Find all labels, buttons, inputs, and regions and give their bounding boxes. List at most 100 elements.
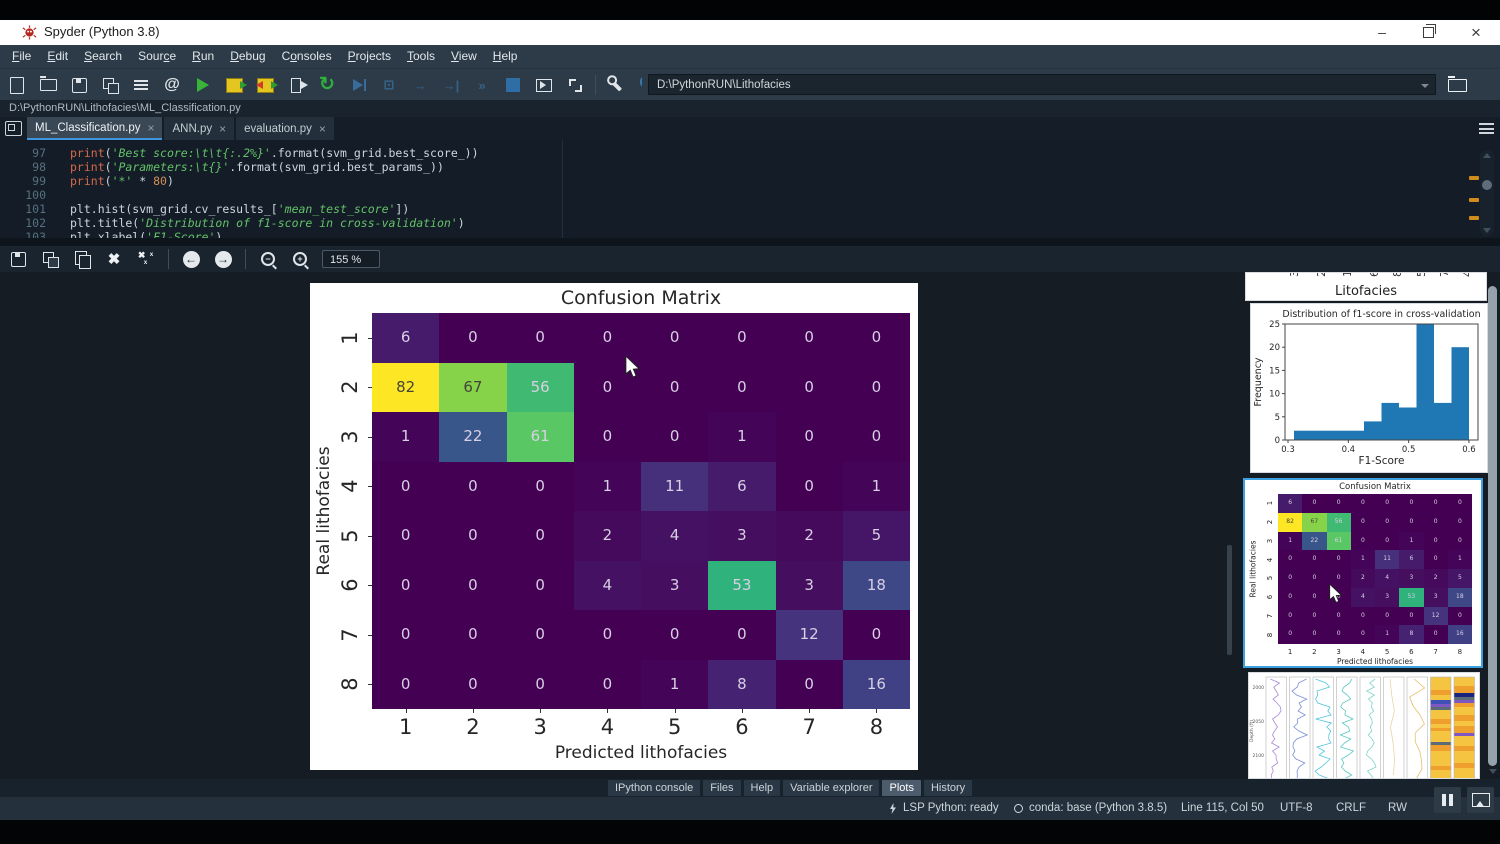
- close-tab-icon[interactable]: ×: [219, 122, 226, 136]
- run-cell-icon[interactable]: [223, 74, 245, 96]
- thumbnail-scrollbar[interactable]: [1487, 276, 1498, 775]
- menu-source[interactable]: Source: [130, 45, 184, 68]
- menu-view[interactable]: View: [443, 45, 485, 68]
- tab-ML_Classification.py[interactable]: ML_Classification.py×: [27, 117, 162, 140]
- browse-tabs-icon[interactable]: [5, 121, 22, 136]
- menu-file[interactable]: File: [4, 45, 39, 68]
- tab-ANN.py[interactable]: ANN.py×: [164, 117, 234, 140]
- close-button[interactable]: ×: [1456, 20, 1496, 45]
- screenshot-button[interactable]: [1467, 787, 1494, 813]
- matrix-cell-r2c6: 0: [1399, 513, 1423, 532]
- matrix-cell-r6c2: 0: [439, 561, 506, 611]
- continue-execution-icon[interactable]: »: [471, 74, 493, 96]
- menu-debug[interactable]: Debug: [222, 45, 273, 68]
- minimize-button[interactable]: –: [1362, 20, 1402, 45]
- find-in-files-icon[interactable]: @: [161, 74, 183, 96]
- copy-image-icon[interactable]: [72, 249, 92, 269]
- previous-plot-icon[interactable]: ←: [181, 249, 201, 269]
- debug-file-icon[interactable]: [347, 74, 369, 96]
- debug-cell-icon[interactable]: ⊡: [378, 74, 400, 96]
- next-plot-icon[interactable]: →: [213, 249, 233, 269]
- matrix-cell-r2c4: 0: [1351, 513, 1375, 532]
- matrix-cell-r7c5: 0: [1375, 607, 1399, 626]
- svg-text:Distribution of f1-score in cr: Distribution of f1-score in cross-valida…: [1282, 309, 1480, 320]
- save-icon[interactable]: [68, 74, 90, 96]
- editor-scrollbar[interactable]: [1480, 150, 1494, 236]
- menu-tools[interactable]: Tools: [399, 45, 443, 68]
- browse-directory-icon[interactable]: [1446, 74, 1468, 96]
- step-over-icon[interactable]: →: [409, 74, 431, 96]
- matrix-cell-r1c1: 6: [1278, 494, 1302, 513]
- maximize-pane-icon[interactable]: [564, 74, 586, 96]
- step-into-icon[interactable]: →|: [440, 74, 462, 96]
- zoom-level-field[interactable]: 155 %: [322, 250, 380, 268]
- file-switcher-icon[interactable]: [130, 74, 152, 96]
- editor-scrollbar-thumb[interactable]: [1482, 180, 1492, 190]
- plot-thumbnail-well-logs[interactable]: Depth (ft)200020502100: [1248, 672, 1480, 779]
- y-tick-label: 1: [1266, 501, 1274, 505]
- menu-projects[interactable]: Projects: [340, 45, 399, 68]
- working-directory-select[interactable]: D:\PythonRUN\Lithofacies: [648, 74, 1436, 95]
- remove-plot-icon[interactable]: ✖: [104, 249, 124, 269]
- python-env-icon[interactable]: [636, 74, 642, 96]
- matrix-cell-r4c4: 1: [574, 462, 641, 512]
- save-all-icon[interactable]: [99, 74, 121, 96]
- remove-all-plots-icon[interactable]: ✖ ˣˣ: [136, 249, 156, 269]
- close-tab-icon[interactable]: ×: [319, 122, 326, 136]
- matrix-cell-r1c7: 0: [1424, 494, 1448, 513]
- pane-tab-history[interactable]: History: [924, 780, 972, 796]
- menu-edit[interactable]: Edit: [39, 45, 76, 68]
- plot-thumbnail-f1-histogram[interactable]: Distribution of f1-score in cross-valida…: [1250, 303, 1488, 473]
- tab-evaluation.py[interactable]: evaluation.py×: [236, 117, 334, 140]
- zoom-out-icon[interactable]: −: [258, 249, 278, 269]
- open-file-icon[interactable]: [37, 74, 59, 96]
- plot-thumbnail-confusion-matrix-selected[interactable]: Confusion Matrix600000008267560000012261…: [1243, 478, 1483, 668]
- menu-consoles[interactable]: Consoles: [274, 45, 340, 68]
- run-file-icon[interactable]: [192, 74, 214, 96]
- restore-button[interactable]: [1408, 20, 1448, 45]
- menu-search[interactable]: Search: [76, 45, 130, 68]
- matrix-cell-r4c2: 0: [439, 462, 506, 512]
- svg-text:0.6: 0.6: [1462, 445, 1476, 455]
- pane-tab-variable-explorer[interactable]: Variable explorer: [783, 780, 879, 796]
- run-cell-advance-icon[interactable]: [254, 74, 276, 96]
- save-plot-icon[interactable]: [8, 249, 28, 269]
- menu-help[interactable]: Help: [485, 45, 526, 68]
- new-window-icon[interactable]: [533, 74, 555, 96]
- preferences-icon[interactable]: [605, 74, 627, 96]
- warning-marker[interactable]: [1469, 216, 1479, 220]
- plots-scrollbar-thumb[interactable]: [1227, 545, 1232, 655]
- run-selection-icon[interactable]: [285, 74, 307, 96]
- matrix-cell-r5c4: 2: [574, 511, 641, 561]
- chart-title: Confusion Matrix: [1339, 482, 1411, 492]
- warning-marker[interactable]: [1469, 176, 1479, 180]
- matrix-cell-r7c4: 0: [574, 610, 641, 660]
- svg-text:0.3: 0.3: [1281, 445, 1295, 455]
- save-all-plots-icon[interactable]: [40, 249, 60, 269]
- matrix-cell-r8c8: 16: [843, 660, 910, 710]
- pane-tab-plots[interactable]: Plots: [882, 780, 920, 796]
- plot-thumbnail-litofacies[interactable]: 32168574Litofacies: [1245, 272, 1487, 301]
- zoom-in-icon[interactable]: +: [290, 249, 310, 269]
- stop-icon[interactable]: [502, 74, 524, 96]
- pane-splitter[interactable]: [0, 238, 1500, 246]
- matrix-cell-r1c6: 0: [1399, 494, 1423, 513]
- editor-options-icon[interactable]: [1479, 123, 1494, 134]
- pane-tab-ipython-console[interactable]: IPython console: [608, 780, 700, 796]
- new-file-icon[interactable]: [6, 74, 28, 96]
- scroll-down-icon[interactable]: [1489, 769, 1497, 774]
- rerun-cell-icon[interactable]: ↻: [316, 74, 338, 96]
- menu-run[interactable]: Run: [184, 45, 222, 68]
- pane-tab-help[interactable]: Help: [744, 780, 781, 796]
- pane-tab-files[interactable]: Files: [703, 780, 740, 796]
- y-tick-label: 2: [338, 381, 362, 394]
- plot-confusion-matrix[interactable]: Confusion Matrix600000008267560000012261…: [310, 283, 918, 770]
- matrix-cell-r3c7: 0: [776, 412, 843, 462]
- warning-marker[interactable]: [1469, 198, 1479, 202]
- matrix-cell-r6c6: 53: [708, 561, 775, 611]
- matrix-cell-r2c1: 82: [1278, 513, 1302, 532]
- code-editor[interactable]: 97print('Best score:\t\t{:.2%}'.format(s…: [0, 140, 1500, 238]
- thumbnail-scrollbar-thumb[interactable]: [1488, 286, 1497, 766]
- pause-button[interactable]: [1434, 787, 1461, 813]
- close-tab-icon[interactable]: ×: [147, 121, 154, 135]
